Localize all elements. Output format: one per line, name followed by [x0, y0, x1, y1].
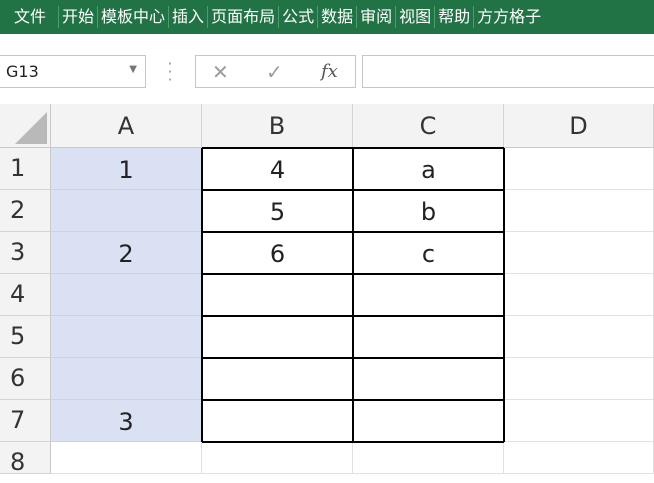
ribbon-divider [168, 6, 170, 28]
cell-b1[interactable]: 4 [202, 148, 353, 190]
select-all-button[interactable] [0, 104, 51, 148]
tab-insert[interactable]: 插入 [172, 0, 204, 34]
cell-a1[interactable]: 1 [51, 148, 202, 190]
tab-formulas[interactable]: 公式 [282, 0, 314, 34]
insert-function-icon[interactable]: fx [321, 61, 338, 82]
cell-b6[interactable] [202, 358, 353, 400]
column-header-c[interactable]: C [353, 104, 504, 148]
row-header-5[interactable]: 5 [0, 316, 51, 358]
cell-c5[interactable] [353, 316, 504, 358]
cell-c1[interactable]: a [353, 148, 504, 190]
ribbon-divider [207, 6, 209, 28]
tab-fangfanggezi[interactable]: 方方格子 [477, 0, 541, 34]
ribbon-divider [356, 6, 358, 28]
row-header-7[interactable]: 7 [0, 400, 51, 442]
cell-c8[interactable] [353, 442, 504, 474]
tab-home[interactable]: 开始 [62, 0, 94, 34]
name-box[interactable]: G13 ▼ [0, 55, 146, 88]
worksheet-grid: A B C D 1 2 3 4 5 6 7 8 1 2 3 4 5 6 a b … [0, 104, 654, 476]
cell-c6[interactable] [353, 358, 504, 400]
cell-d6[interactable] [504, 358, 654, 400]
row-header-6[interactable]: 6 [0, 358, 51, 400]
drag-handle-icon[interactable]: · · · [166, 56, 174, 88]
ribbon-divider [473, 6, 475, 28]
ribbon-tabs: 文件 开始 模板中心 插入 页面布局 公式 数据 审阅 视图 帮助 方方格子 [0, 0, 654, 34]
check-icon[interactable]: ✓ [266, 60, 283, 84]
cancel-icon[interactable]: ✕ [212, 60, 229, 84]
tab-review[interactable]: 审阅 [360, 0, 392, 34]
cell-d4[interactable] [504, 274, 654, 316]
column-header-b[interactable]: B [202, 104, 353, 148]
cell-c4[interactable] [353, 274, 504, 316]
cell-b4[interactable] [202, 274, 353, 316]
chevron-down-icon[interactable]: ▼ [129, 64, 137, 75]
tab-file[interactable]: 文件 [14, 0, 46, 34]
cell-d3[interactable] [504, 232, 654, 274]
cell-a5[interactable] [51, 316, 202, 358]
ribbon-divider [97, 6, 99, 28]
row-header-4[interactable]: 4 [0, 274, 51, 316]
cell-a7[interactable]: 3 [51, 400, 202, 442]
cell-c7[interactable] [353, 400, 504, 442]
cell-b2[interactable]: 5 [202, 190, 353, 232]
cell-d8[interactable] [504, 442, 654, 474]
ribbon-divider [434, 6, 436, 28]
ribbon-divider [395, 6, 397, 28]
tab-view[interactable]: 视图 [399, 0, 431, 34]
formula-input[interactable] [362, 55, 654, 88]
name-box-value: G13 [6, 62, 39, 81]
cell-b3[interactable]: 6 [202, 232, 353, 274]
tab-page-layout[interactable]: 页面布局 [211, 0, 275, 34]
cell-a8[interactable] [51, 442, 202, 474]
cell-a6[interactable] [51, 358, 202, 400]
ribbon-divider [58, 6, 60, 28]
cell-d7[interactable] [504, 400, 654, 442]
ribbon-divider [278, 6, 280, 28]
cell-d1[interactable] [504, 148, 654, 190]
select-all-triangle-icon [15, 112, 47, 144]
row-header-1[interactable]: 1 [0, 148, 51, 190]
cell-d2[interactable] [504, 190, 654, 232]
cell-b7[interactable] [202, 400, 353, 442]
cell-c2[interactable]: b [353, 190, 504, 232]
cell-a3[interactable]: 2 [51, 232, 202, 274]
row-header-8[interactable]: 8 [0, 442, 51, 476]
cell-b5[interactable] [202, 316, 353, 358]
cell-a2[interactable] [51, 190, 202, 232]
cell-d5[interactable] [504, 316, 654, 358]
row-header-2[interactable]: 2 [0, 190, 51, 232]
ribbon-divider [317, 6, 319, 28]
tab-help[interactable]: 帮助 [438, 0, 470, 34]
cell-b8[interactable] [202, 442, 353, 474]
column-header-a[interactable]: A [51, 104, 202, 148]
tab-data[interactable]: 数据 [321, 0, 353, 34]
tab-template-center[interactable]: 模板中心 [101, 0, 165, 34]
cell-a4[interactable] [51, 274, 202, 316]
formula-buttons: ✕ ✓ fx [195, 55, 356, 88]
cell-c3[interactable]: c [353, 232, 504, 274]
column-header-d[interactable]: D [504, 104, 654, 148]
row-header-3[interactable]: 3 [0, 232, 51, 274]
